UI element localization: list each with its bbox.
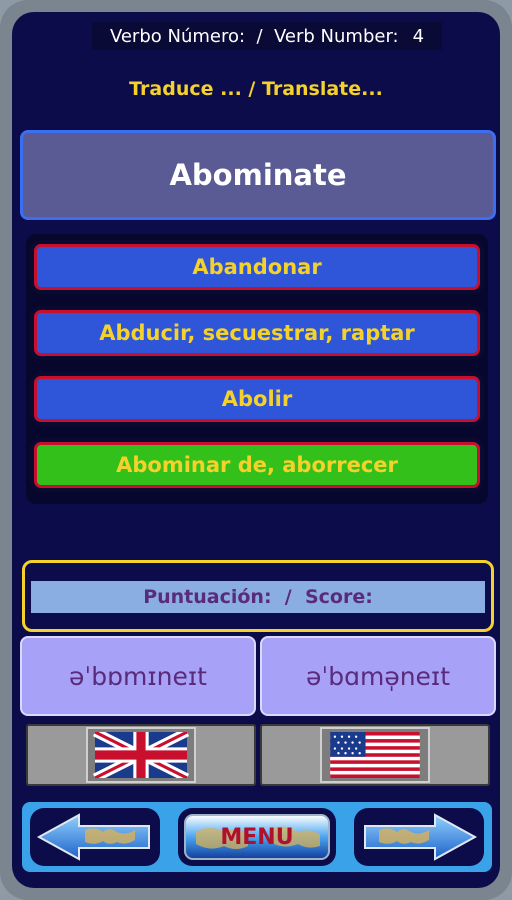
device-frame: Verbo Número: / Verb Number: 4 Traduce .…: [0, 0, 512, 900]
previous-verb-button[interactable]: [30, 808, 160, 866]
next-verb-button[interactable]: [354, 808, 484, 866]
answer-option-2[interactable]: Abducir, secuestrar, raptar: [34, 310, 480, 356]
score-panel: Puntuación: / Score:: [22, 560, 494, 632]
verb-number-label: Verbo Número: / Verb Number:: [109, 25, 399, 47]
menu-button[interactable]: MENU: [178, 808, 336, 866]
answer-option-3[interactable]: Abolir: [34, 376, 480, 422]
answer-options: Abandonar Abducir, secuestrar, raptar Ab…: [26, 234, 488, 504]
answer-option-4-correct[interactable]: Abominar de, aborrecer: [34, 442, 480, 488]
translate-prompt: Traduce ... / Translate...: [129, 78, 383, 100]
pronunciation-uk: əˈbɒmɪneɪt: [20, 636, 256, 716]
pronunciation-us: əˈbɑmə̩neɪt: [260, 636, 496, 716]
arrow-right-icon: [364, 813, 478, 861]
score-label: Puntuación: / Score:: [31, 581, 485, 613]
us-flag-icon: [330, 732, 420, 778]
us-audio-button[interactable]: [260, 724, 490, 786]
answer-option-1[interactable]: Abandonar: [34, 244, 480, 290]
menu-label: MENU: [220, 824, 294, 850]
question-word: Abominate: [20, 130, 496, 220]
verb-number-header: Verbo Número: / Verb Number: 4: [92, 22, 442, 50]
uk-flag-icon: [92, 732, 190, 778]
navigation-bar: MENU: [22, 802, 492, 872]
app-screen: Verbo Número: / Verb Number: 4 Traduce .…: [12, 12, 500, 888]
uk-audio-button[interactable]: [26, 724, 256, 786]
arrow-left-icon: [36, 813, 150, 861]
verb-number-value: 4: [412, 25, 425, 47]
